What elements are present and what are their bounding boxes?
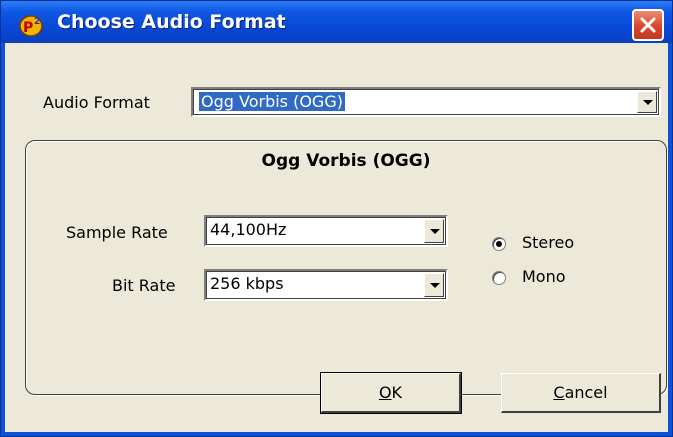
chevron-down-icon[interactable] (424, 219, 444, 243)
format-options-panel: Ogg Vorbis (OGG) Sample Rate 44,100Hz Bi… (25, 140, 667, 395)
close-button[interactable] (632, 9, 664, 41)
sample-rate-dropdown[interactable]: 44,100Hz (204, 215, 448, 247)
ok-button-label: OK (379, 383, 402, 402)
bit-rate-value: 256 kbps (210, 274, 284, 293)
cancel-mnemonic: C (553, 383, 565, 402)
chevron-down-icon[interactable] (424, 273, 444, 297)
cancel-label-rest: ancel (564, 383, 608, 402)
chevron-down-icon[interactable] (637, 91, 657, 113)
stereo-radio[interactable] (492, 237, 506, 251)
cancel-button[interactable]: Cancel (501, 373, 661, 413)
dialog-window: P 2 Choose Audio Format Audio Format Ogg… (0, 0, 673, 437)
bit-rate-dropdown[interactable]: 256 kbps (204, 269, 448, 301)
audio-format-label: Audio Format (43, 93, 150, 112)
sample-rate-label: Sample Rate (66, 223, 168, 242)
title-bar[interactable]: P 2 Choose Audio Format (1, 1, 672, 43)
close-icon (640, 17, 656, 33)
bit-rate-label: Bit Rate (112, 276, 176, 295)
ok-button[interactable]: OK (320, 372, 462, 414)
panel-title: Ogg Vorbis (OGG) (261, 151, 431, 171)
ok-mnemonic: O (378, 383, 392, 402)
mono-radio[interactable] (492, 271, 506, 285)
dialog-client-area: Audio Format Ogg Vorbis (OGG) Ogg Vorbis… (5, 43, 668, 432)
svg-text:P: P (23, 20, 33, 36)
svg-text:2: 2 (34, 17, 40, 27)
cancel-button-label: Cancel (553, 383, 607, 402)
mono-label[interactable]: Mono (522, 267, 566, 286)
stereo-label[interactable]: Stereo (522, 233, 574, 252)
ok-label-rest: K (391, 383, 403, 402)
window-title: Choose Audio Format (57, 11, 286, 33)
sample-rate-value: 44,100Hz (210, 220, 287, 239)
p2-app-icon: P 2 (19, 13, 47, 37)
audio-format-value: Ogg Vorbis (OGG) (198, 91, 346, 112)
audio-format-dropdown[interactable]: Ogg Vorbis (OGG) (191, 87, 661, 117)
